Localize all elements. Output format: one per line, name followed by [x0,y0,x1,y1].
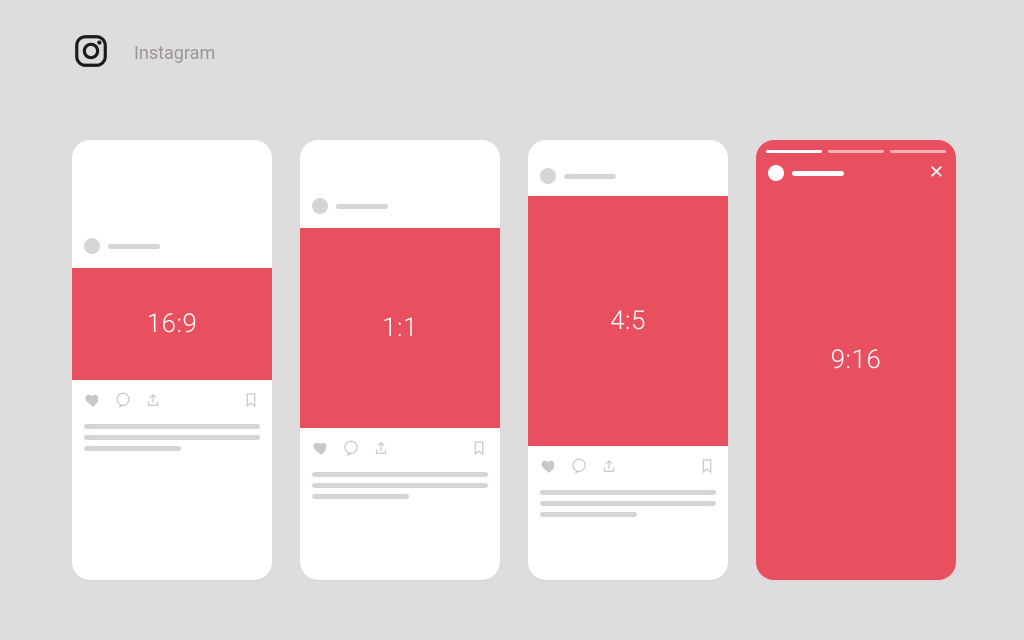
comment-icon[interactable] [342,439,360,461]
avatar [84,238,100,254]
username-placeholder [792,171,844,176]
share-icon[interactable] [144,391,162,413]
ratio-label: 16:9 [147,309,198,339]
instagram-icon [72,32,110,74]
post-media: 16:9 [72,268,272,380]
page-header: Instagram [72,32,215,74]
post-header [300,198,500,214]
caption-placeholder [540,490,716,517]
post-header [72,238,272,254]
bookmark-icon[interactable] [242,391,260,413]
page-title: Instagram [134,43,215,64]
ratio-label: 4:5 [610,306,646,336]
post-actions [528,454,728,482]
ratio-cards-row: 16:9 1:1 [72,140,956,580]
username-placeholder [108,244,160,249]
ratio-label: 9:16 [831,345,882,375]
avatar [768,165,784,181]
share-icon[interactable] [372,439,390,461]
caption-placeholder [84,424,260,451]
post-media: 4:5 [528,196,728,446]
share-icon[interactable] [600,457,618,479]
close-icon[interactable]: ✕ [929,164,944,182]
avatar [312,198,328,214]
username-placeholder [336,204,388,209]
heart-icon[interactable] [84,391,102,413]
bookmark-icon[interactable] [698,457,716,479]
comment-icon[interactable] [570,457,588,479]
bookmark-icon[interactable] [470,439,488,461]
story-progress-bars [766,150,946,153]
story-progress-segment [890,150,946,153]
ratio-card-9-16-story: ✕ 9:16 [756,140,956,580]
story-header: ✕ [768,164,944,182]
heart-icon[interactable] [540,457,558,479]
avatar [540,168,556,184]
ratio-label: 1:1 [382,313,418,343]
post-actions [300,436,500,464]
comment-icon[interactable] [114,391,132,413]
story-progress-segment [828,150,884,153]
ratio-card-16-9: 16:9 [72,140,272,580]
heart-icon[interactable] [312,439,330,461]
ratio-card-4-5: 4:5 [528,140,728,580]
post-header [528,168,728,184]
username-placeholder [564,174,616,179]
caption-placeholder [312,472,488,499]
post-media: 1:1 [300,228,500,428]
post-actions [72,388,272,416]
ratio-card-1-1: 1:1 [300,140,500,580]
story-progress-segment [766,150,822,153]
